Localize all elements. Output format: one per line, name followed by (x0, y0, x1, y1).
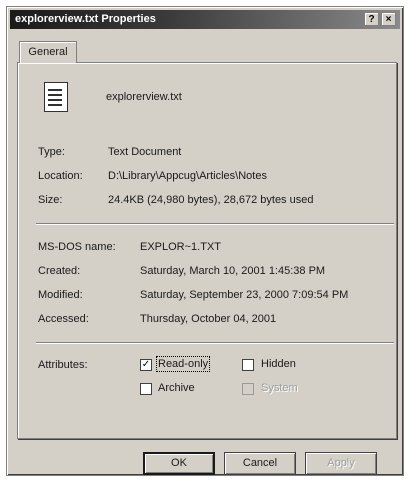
attributes-label: Attributes: (38, 359, 88, 371)
system-checkbox (242, 383, 254, 395)
apply-button: Apply (305, 452, 377, 475)
location-value: D:\Library\Appcug\Articles\Notes (108, 170, 267, 182)
text-document-icon (44, 82, 68, 112)
created-label: Created: (38, 265, 81, 277)
msdos-name-label: MS-DOS name: (38, 241, 116, 253)
size-label: Size: (38, 194, 63, 206)
accessed-value: Thursday, October 04, 2001 (140, 313, 277, 325)
tab-general[interactable]: General (19, 41, 77, 63)
archive-checkbox[interactable] (140, 383, 152, 395)
readonly-label[interactable]: Read-only (155, 356, 211, 372)
size-value: 24.4KB (24,980 bytes), 28,672 bytes used (108, 194, 314, 206)
title-bar[interactable]: explorerview.txt Properties ? × (10, 10, 400, 29)
type-value: Text Document (108, 146, 182, 158)
separator (36, 342, 394, 344)
modified-label: Modified: (38, 289, 83, 301)
system-label: System (261, 382, 298, 394)
cancel-button[interactable]: Cancel (224, 452, 296, 475)
created-value: Saturday, March 10, 2001 1:45:38 PM (140, 265, 326, 277)
hidden-checkbox[interactable] (242, 359, 254, 371)
archive-label[interactable]: Archive (158, 382, 195, 394)
modified-value: Saturday, September 23, 2000 7:09:54 PM (140, 289, 349, 301)
type-label: Type: (38, 146, 65, 158)
help-button[interactable]: ? (364, 12, 379, 26)
file-name: explorerview.txt (106, 91, 182, 103)
properties-dialog: explorerview.txt Properties ? × General … (6, 6, 404, 476)
ok-button[interactable]: OK (143, 452, 215, 475)
hidden-label[interactable]: Hidden (261, 358, 296, 370)
accessed-label: Accessed: (38, 313, 89, 325)
close-button[interactable]: × (381, 12, 396, 26)
readonly-checkbox[interactable]: ✓ (140, 359, 152, 371)
window-title: explorerview.txt Properties (15, 13, 156, 25)
separator (36, 223, 394, 225)
location-label: Location: (38, 170, 83, 182)
general-panel: explorerview.txt Type: Text Document Loc… (17, 62, 397, 439)
msdos-name-value: EXPLOR~1.TXT (140, 241, 222, 253)
